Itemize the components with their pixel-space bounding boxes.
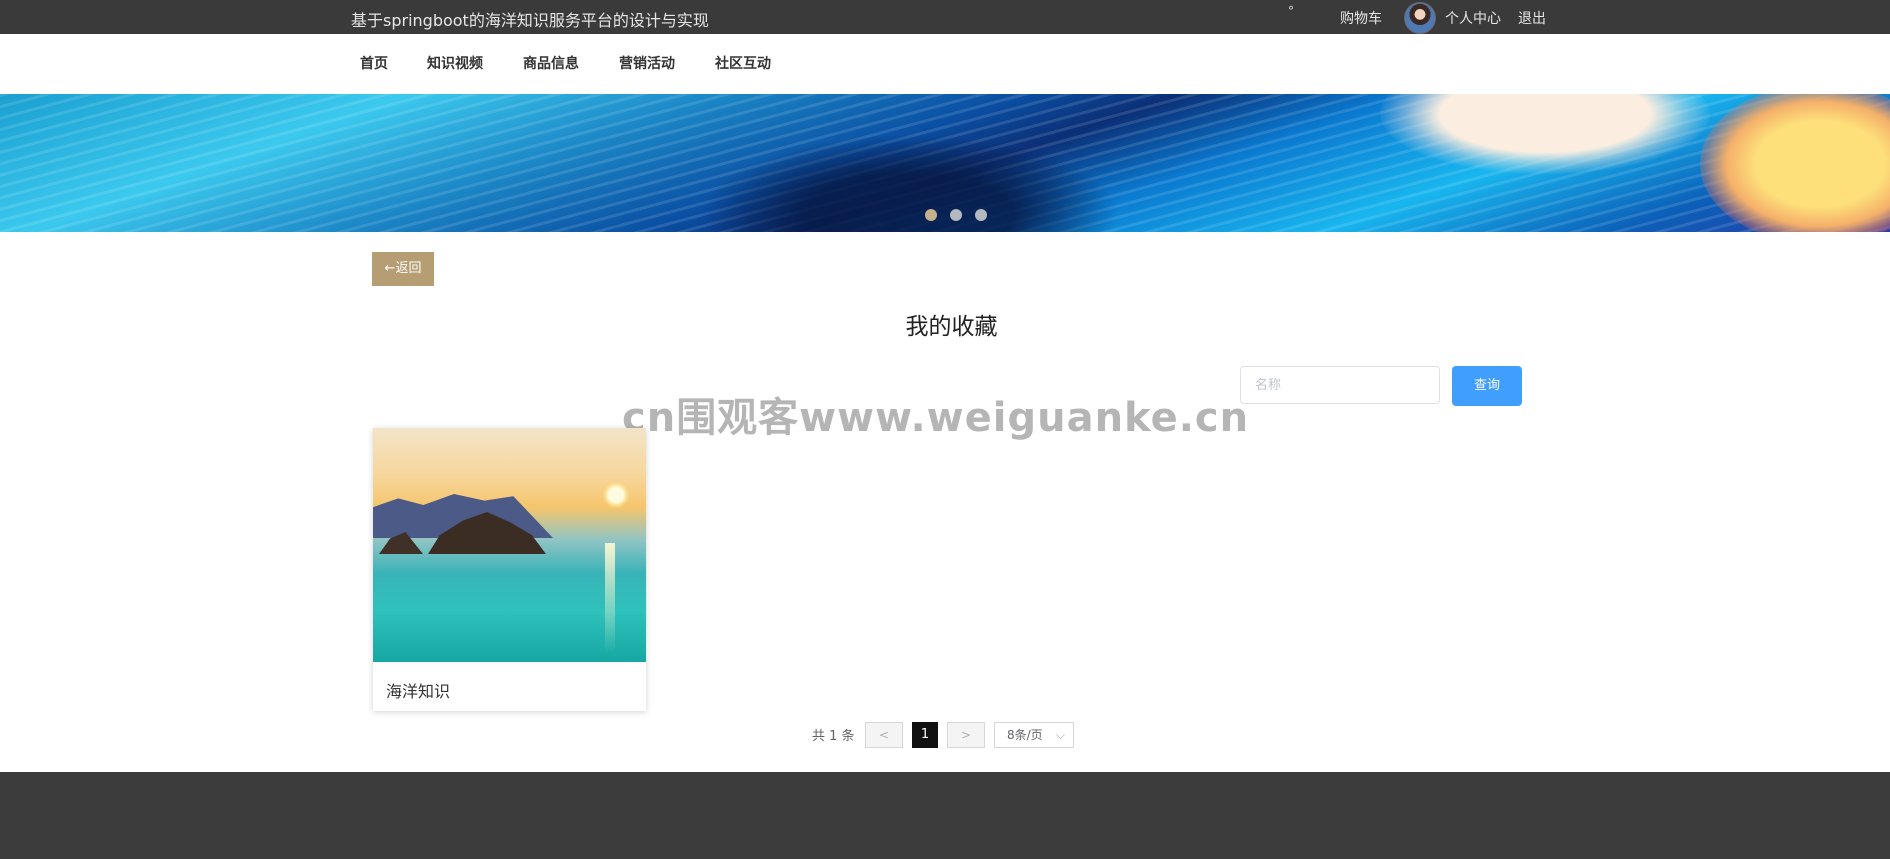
nav-item-promotions[interactable]: 营销活动 xyxy=(619,53,675,73)
banner-sunset-cloud xyxy=(1700,94,1890,232)
card-title: 海洋知识 xyxy=(386,682,451,701)
next-page-button[interactable]: > xyxy=(947,722,985,748)
hero-carousel[interactable] xyxy=(0,94,1890,232)
page-title: 我的收藏 xyxy=(905,314,998,340)
nav-item-products[interactable]: 商品信息 xyxy=(523,53,579,73)
carousel-indicators xyxy=(925,206,995,225)
profile-link[interactable]: 个人中心 xyxy=(1445,8,1501,28)
chevron-down-icon: ⌵ xyxy=(1055,728,1065,742)
search-input[interactable] xyxy=(1240,366,1440,404)
header-mark: ° xyxy=(1288,4,1294,18)
watermark: cn围观客www.weiguanke.cn xyxy=(622,395,1250,441)
page-number[interactable]: 1 xyxy=(912,722,938,748)
sun-reflection xyxy=(605,543,615,653)
favorite-card[interactable]: 海洋知识 xyxy=(373,428,646,711)
pagination-total: 共 1 条 xyxy=(812,729,855,744)
main-nav: 首页 知识视频 商品信息 营销活动 社区互动 xyxy=(0,34,1890,94)
logout-link[interactable]: 退出 xyxy=(1518,8,1546,28)
sun-shape xyxy=(603,482,629,508)
avatar[interactable] xyxy=(1404,2,1436,34)
search-button[interactable]: 查询 xyxy=(1452,366,1522,406)
carousel-dot-1[interactable] xyxy=(925,209,937,221)
top-bar: 基于springboot的海洋知识服务平台的设计与实现 ° 购物车 个人中心 退… xyxy=(0,0,1890,34)
cart-link[interactable]: 购物车 xyxy=(1340,8,1382,28)
page-size-value: 8条/页 xyxy=(1007,728,1043,742)
footer xyxy=(0,772,1890,859)
nav-item-home[interactable]: 首页 xyxy=(360,53,388,73)
prev-page-button[interactable]: < xyxy=(865,722,903,748)
nav-item-community[interactable]: 社区互动 xyxy=(715,53,771,73)
carousel-dot-3[interactable] xyxy=(975,209,988,221)
card-thumbnail xyxy=(373,428,646,662)
site-title: 基于springboot的海洋知识服务平台的设计与实现 xyxy=(351,11,709,30)
carousel-dot-2[interactable] xyxy=(950,209,963,221)
page-size-select[interactable]: 8条/页 ⌵ xyxy=(994,722,1074,748)
back-button[interactable]: ←返回 xyxy=(372,252,434,286)
nav-item-videos[interactable]: 知识视频 xyxy=(427,53,483,73)
